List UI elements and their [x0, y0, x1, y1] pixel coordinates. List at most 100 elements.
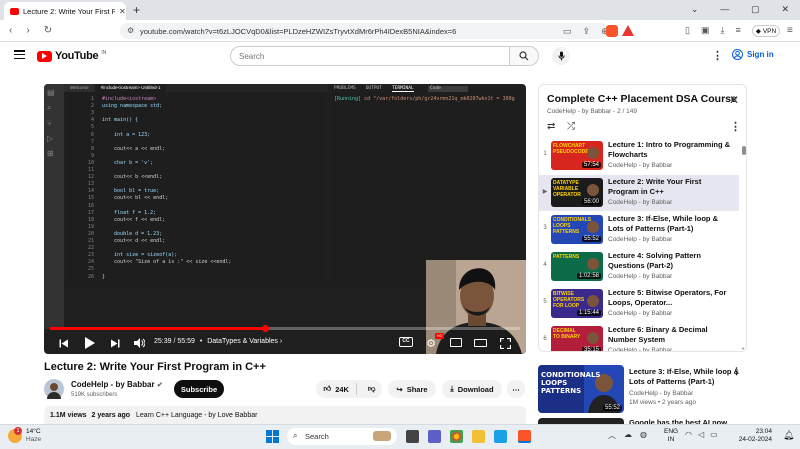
vpn-shield-icon: ◆ — [755, 28, 761, 35]
forward-icon[interactable]: › — [26, 25, 29, 36]
playlist-item[interactable]: 4 PATTERNS 1:02:58 Lecture 4: Solving Patte… — [539, 249, 739, 285]
progress-scrubber[interactable] — [262, 325, 270, 332]
recommended-title[interactable]: Lecture 3: If-Else, While loop & Lots of… — [629, 367, 739, 387]
minimize-icon[interactable]: — — [720, 4, 729, 18]
browser-tab[interactable]: Lecture 2: Write Your First Progr ✕ — [4, 2, 126, 20]
vpn-button[interactable]: ◆ VPN — [752, 25, 780, 37]
system-tray: ︿ ☁ ◍ — [608, 430, 647, 441]
channel-name[interactable]: CodeHelp - by Babbar ✔ — [71, 380, 163, 389]
taskbar-search[interactable]: ⌕ Search — [287, 428, 397, 445]
site-info-icon[interactable]: ⚙ — [127, 26, 134, 35]
playlist-item-thumbnail[interactable]: DECIMAL TO BINARY 35:15 — [551, 326, 603, 351]
close-window-icon[interactable]: ✕ — [782, 4, 790, 18]
playlist-item-thumbnail[interactable]: BITWISE OPERATORS FOR LOOP 1:15:44 — [551, 289, 603, 318]
recommended-menu-icon[interactable]: ⋮ — [732, 366, 741, 377]
playlist-scrollbar[interactable]: ▲ ▼ — [741, 143, 746, 351]
share-icon: ↪ — [396, 384, 403, 394]
playlist-item[interactable]: ▶ DATATYPE VARIABLE OPERATOR 56:00 Lecture … — [539, 175, 739, 211]
close-playlist-icon[interactable]: ✕ — [729, 93, 739, 107]
file-explorer-icon[interactable] — [472, 430, 485, 443]
app-tray-icon[interactable]: ◍ — [640, 430, 647, 441]
recommended-channel[interactable]: CodeHelp - by Babbar — [629, 390, 693, 397]
edge-icon[interactable] — [494, 430, 507, 443]
tray-chevron-icon[interactable]: ︿ — [608, 430, 616, 441]
playlist-item-channel: CodeHelp - by Babbar — [608, 236, 673, 243]
play-icon[interactable] — [82, 335, 98, 351]
dislike-button[interactable]: 👎︎ — [361, 384, 382, 394]
loop-icon[interactable]: ⇄ — [547, 121, 555, 132]
scroll-thumb[interactable] — [742, 146, 746, 155]
wallet-icon[interactable]: ▣ — [701, 25, 710, 36]
brave-shields-icon[interactable] — [606, 25, 618, 37]
like-button[interactable]: 👍︎ 24K — [316, 383, 358, 395]
scroll-down-icon[interactable]: ▼ — [741, 346, 745, 351]
video-progress-bar[interactable] — [50, 325, 520, 332]
subscribe-button[interactable]: Subscribe — [174, 380, 224, 398]
terminal-text: cd "/var/folders/ph/gr24vrmn21q_mk0207wk… — [364, 96, 515, 102]
channel-avatar[interactable] — [44, 379, 64, 399]
start-windows-icon[interactable] — [266, 430, 279, 443]
cast-icon[interactable]: ▭ — [563, 26, 572, 37]
next-icon[interactable] — [108, 336, 122, 350]
download-button[interactable]: ⤓ Download — [442, 380, 502, 398]
new-tab-icon[interactable]: + — [133, 3, 140, 17]
hamburger-menu-icon[interactable] — [14, 50, 25, 59]
recommended-thumbnail[interactable]: CONDITIONALS LOOPS PATTERNS 55:52 — [538, 365, 624, 413]
chapter-label[interactable]: DataTypes & Variables — [207, 338, 278, 345]
task-view-icon[interactable] — [406, 430, 419, 443]
downloads-icon[interactable]: ⤓ — [720, 25, 724, 36]
notification-bell-icon[interactable]: 🔔︎ — [783, 430, 794, 441]
reload-icon[interactable]: ↻ — [44, 25, 52, 36]
playlist-item[interactable]: 6 DECIMAL TO BINARY 35:15 Lecture 6: Binary… — [539, 323, 739, 351]
tab-search-icon[interactable]: ⌄ — [691, 4, 699, 18]
playlist-title[interactable]: Complete C++ Placement DSA Course — [547, 93, 737, 105]
share-button[interactable]: ↪ Share — [388, 380, 436, 398]
close-tab-icon[interactable]: ✕ — [119, 7, 126, 16]
playlist-item-thumbnail[interactable]: PATTERNS 1:02:58 — [551, 252, 603, 281]
weather-widget[interactable]: 14°C Haze — [26, 428, 41, 444]
playlist-item-thumbnail[interactable]: FLOWCHART PSEUDOCODE 57:54 — [551, 141, 603, 170]
volume-icon[interactable] — [132, 336, 146, 350]
brave-taskbar-icon[interactable] — [518, 430, 531, 443]
sign-in-button[interactable]: Sign in — [732, 49, 774, 60]
search-input[interactable]: Search — [230, 46, 510, 66]
youtube-logo[interactable]: YouTube IN — [37, 50, 106, 62]
chapter-chevron-icon: › — [279, 338, 283, 345]
teams-icon[interactable] — [428, 430, 441, 443]
playlist-item[interactable]: 3 CONDITIONALS LOOPS PATTERNS 55:52 Lecture… — [539, 212, 739, 248]
previous-icon[interactable] — [56, 336, 70, 350]
playlist-item-thumbnail[interactable]: CONDITIONALS LOOPS PATTERNS 55:52 — [551, 215, 603, 244]
back-icon[interactable]: ‹ — [9, 25, 12, 36]
theater-mode-icon[interactable] — [474, 339, 487, 347]
shuffle-icon[interactable]: ⤮ — [567, 121, 575, 132]
weather-desc: Haze — [26, 436, 42, 443]
search-button[interactable] — [509, 46, 539, 66]
quick-settings[interactable]: ◠ ◁ ▭ — [685, 430, 718, 439]
playlist-item[interactable]: 1 FLOWCHART PSEUDOCODE 57:54 Lecture 1: Int… — [539, 138, 739, 174]
playlist-channel[interactable]: CodeHelp - by Babbar — [547, 108, 611, 115]
language-indicator[interactable]: ENG IN — [664, 428, 678, 444]
more-options-icon[interactable]: ⋮ — [712, 49, 723, 62]
voice-search-button[interactable] — [552, 47, 570, 65]
fullscreen-icon[interactable] — [498, 336, 512, 350]
onedrive-icon[interactable]: ☁ — [624, 430, 632, 441]
playlist-menu-icon[interactable]: ⋮ — [730, 120, 741, 133]
miniplayer-icon[interactable] — [450, 338, 462, 347]
thumbs-down-icon: 👎︎ — [367, 384, 376, 393]
reading-list-icon[interactable]: ≡ — [735, 25, 740, 36]
line-number: 4 — [90, 117, 94, 124]
video-title: Lecture 2: Write Your First Program in C… — [44, 361, 266, 373]
maximize-icon[interactable]: ▢ — [751, 4, 760, 18]
clock[interactable]: 23:04 24-02-2024 — [726, 428, 772, 444]
chrome-icon[interactable] — [450, 430, 463, 443]
playlist-item[interactable]: 5 BITWISE OPERATORS FOR LOOP 1:15:44 Lectur… — [539, 286, 739, 322]
address-bar[interactable]: ⚙ youtube.com/watch?v=t6zLJOCVqD0&list=P… — [120, 23, 608, 39]
browser-menu-icon[interactable]: ≡ — [787, 25, 793, 36]
more-actions-button[interactable]: ⋯ — [507, 380, 525, 398]
brave-rewards-icon[interactable] — [622, 25, 634, 36]
playlist-item-thumbnail[interactable]: DATATYPE VARIABLE OPERATOR 56:00 — [551, 178, 603, 207]
captions-icon[interactable]: CC — [399, 337, 413, 347]
sidebar-icon[interactable]: ▯ — [685, 25, 690, 36]
video-player[interactable]: ▤ ⌕ ⑂ ▷ ⊞ Welcome #include<iostream> Unt… — [44, 84, 526, 354]
share-page-icon[interactable]: ⇪ — [583, 26, 591, 37]
